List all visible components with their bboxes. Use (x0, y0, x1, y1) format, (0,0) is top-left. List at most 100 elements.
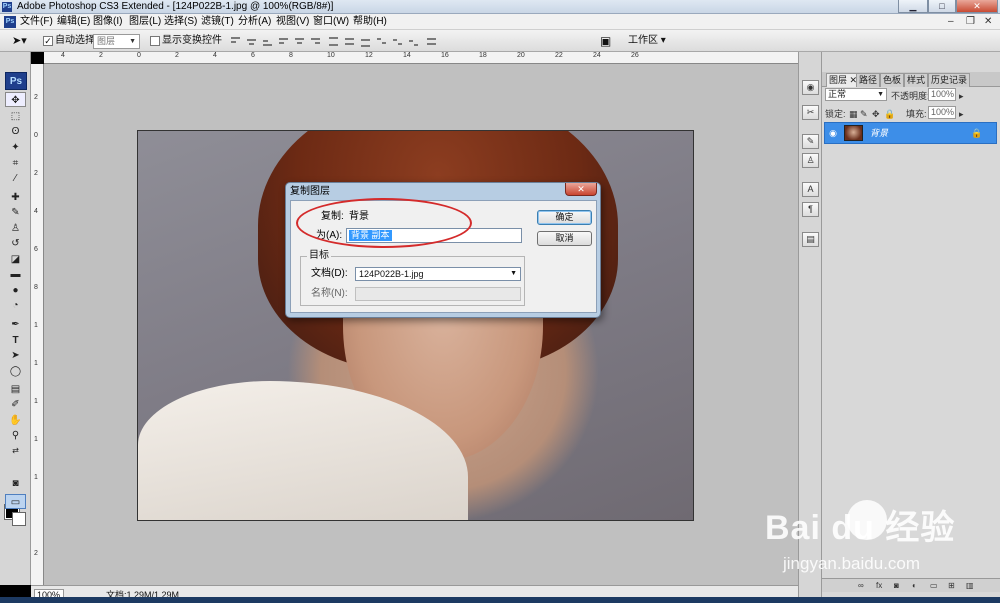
hand-tool-icon[interactable]: ✋ (5, 413, 26, 428)
bridge-icon[interactable]: ▣ (600, 34, 611, 48)
align-bottom-icon[interactable] (262, 36, 273, 47)
distribute-right-icon[interactable] (408, 36, 419, 47)
auto-align-layers-icon[interactable] (426, 36, 437, 47)
menu-image[interactable]: 图像(I) (93, 15, 122, 29)
tab-paths[interactable]: 路径 (856, 73, 881, 87)
move-tool-icon[interactable]: ✥ (5, 92, 26, 107)
distribute-bottom-icon[interactable] (360, 36, 371, 47)
align-right-icon[interactable] (310, 36, 321, 47)
lock-transparency-icon[interactable]: ▦ (849, 108, 858, 120)
quick-mask-icon[interactable]: ◙ (5, 476, 26, 491)
adjustment-layer-icon[interactable]: ◐ (912, 581, 917, 591)
menu-layer[interactable]: 图层(L) (129, 15, 161, 29)
align-vcenter-icon[interactable] (246, 36, 257, 47)
menu-analysis[interactable]: 分析(A) (238, 15, 271, 29)
background-color-swatch[interactable] (12, 512, 26, 526)
brush-tool-icon[interactable]: ✎ (5, 205, 26, 220)
history-brush-tool-icon[interactable]: ↺ (5, 236, 26, 251)
menu-window[interactable]: 窗口(W) (313, 15, 349, 29)
lock-position-icon[interactable]: ✥ (872, 108, 880, 120)
blend-mode-select[interactable]: 正常 ▼ (825, 88, 887, 101)
doc-restore-icon[interactable]: ❐ (966, 15, 975, 29)
eye-icon[interactable]: ◉ (827, 128, 839, 139)
fill-stepper-icon[interactable]: ▸ (959, 108, 964, 120)
menu-edit[interactable]: 编辑(E) (57, 15, 90, 29)
tab-swatches[interactable]: 色板 (880, 73, 905, 87)
paragraph-icon[interactable]: ¶ (802, 202, 819, 217)
blur-tool-icon[interactable]: ● (5, 283, 26, 298)
eyedropper-tool-icon[interactable]: ✐ (5, 397, 26, 412)
distribute-left-icon[interactable] (376, 36, 387, 47)
menu-help[interactable]: 帮助(H) (353, 15, 387, 29)
minimize-button[interactable]: ▁ (898, 0, 928, 13)
clone-stamp-tool-icon[interactable]: ♙ (5, 221, 26, 236)
distribute-hcenter-icon[interactable] (392, 36, 403, 47)
screen-mode-icon[interactable]: ▭ (5, 494, 26, 509)
distribute-top-icon[interactable] (328, 36, 339, 47)
tab-layers[interactable]: 图层 ✕ (826, 73, 861, 87)
move-tool-preset-icon[interactable]: ➤▾ (12, 34, 27, 48)
align-top-icon[interactable] (230, 36, 241, 47)
close-window-button[interactable]: ✕ (956, 0, 998, 13)
dodge-tool-icon[interactable]: ◔ (5, 298, 26, 313)
pen-tool-icon[interactable]: ✒ (5, 317, 26, 332)
layer-row[interactable]: ◉ 背景 🔒 (824, 122, 997, 144)
opacity-stepper-icon[interactable]: ▸ (959, 90, 964, 102)
ps-logo[interactable]: Ps (5, 72, 27, 90)
notes-tool-icon[interactable]: ▤ (5, 382, 26, 397)
healing-brush-tool-icon[interactable]: ✚ (5, 190, 26, 205)
layer-comps-icon[interactable]: ▤ (802, 232, 819, 247)
doc-close-icon[interactable]: ✕ (984, 15, 992, 29)
fill-field[interactable]: 100% (928, 106, 956, 119)
auto-select-checkbox[interactable]: ✓ (43, 36, 53, 46)
lock-all-icon[interactable]: 🔒 (884, 108, 895, 120)
maximize-button[interactable]: □ (928, 0, 956, 13)
lasso-tool-icon[interactable]: ʘ (5, 124, 26, 139)
canvas-area[interactable] (44, 64, 798, 585)
menu-filter[interactable]: 滤镜(T) (201, 15, 234, 29)
layer-name-input[interactable]: 背景 副本 (346, 228, 522, 243)
opacity-field[interactable]: 100% (928, 88, 956, 101)
gradient-tool-icon[interactable]: ▬ (5, 267, 26, 282)
slice-tool-icon[interactable]: ⁄ (5, 171, 26, 186)
crop-tool-icon[interactable]: ⌗ (5, 156, 26, 171)
show-transform-checkbox[interactable] (150, 36, 160, 46)
zoom-tool-icon[interactable]: ⚲ (5, 428, 26, 443)
new-group-icon[interactable]: ▭ (930, 581, 938, 591)
link-layers-icon[interactable]: ∞ (858, 581, 864, 591)
tab-styles[interactable]: 样式 (904, 73, 929, 87)
ok-button[interactable]: 确定 (537, 210, 592, 225)
ps-menu-icon[interactable]: Ps (4, 16, 16, 28)
name-input[interactable] (355, 287, 521, 301)
clone-source-icon[interactable]: ♙ (802, 153, 819, 168)
tab-history[interactable]: 历史记录 (928, 73, 971, 87)
delete-layer-icon[interactable]: ▥ (966, 581, 974, 591)
layer-name[interactable]: 背景 (870, 127, 888, 139)
doc-minimize-icon[interactable]: – (948, 15, 954, 29)
workspace-button[interactable]: 工作区 ▾ (628, 34, 666, 48)
menu-select[interactable]: 选择(S) (164, 15, 197, 29)
type-tool-icon[interactable]: T (5, 333, 26, 348)
swap-colors-icon[interactable]: ⇄ (5, 443, 26, 458)
lock-image-icon[interactable]: ✎ (860, 108, 868, 120)
magic-wand-tool-icon[interactable]: ✦ (5, 140, 26, 155)
path-selection-tool-icon[interactable]: ➤ (5, 348, 26, 363)
distribute-vcenter-icon[interactable] (344, 36, 355, 47)
menu-view[interactable]: 视图(V) (276, 15, 309, 29)
brushes-icon[interactable]: ✎ (802, 134, 819, 149)
auto-select-target-select[interactable]: 图层 ▼ (93, 34, 140, 49)
cancel-button[interactable]: 取消 (537, 231, 592, 246)
marquee-tool-icon[interactable]: ⬚ (5, 109, 26, 124)
menu-file[interactable]: 文件(F) (20, 15, 53, 29)
dialog-close-button[interactable]: ✕ (565, 183, 597, 196)
new-layer-icon[interactable]: ⊞ (948, 581, 955, 591)
align-left-icon[interactable] (278, 36, 289, 47)
character-icon[interactable]: A (802, 182, 819, 197)
navigator-icon[interactable]: ◉ (802, 80, 819, 95)
shape-tool-icon[interactable]: ◯ (5, 364, 26, 379)
align-hcenter-icon[interactable] (294, 36, 305, 47)
document-select[interactable]: 124P022B-1.jpg ▼ (355, 267, 521, 281)
tool-presets-icon[interactable]: ✂ (802, 105, 819, 120)
eraser-tool-icon[interactable]: ◪ (5, 252, 26, 267)
layer-style-icon[interactable]: fx (876, 581, 882, 591)
